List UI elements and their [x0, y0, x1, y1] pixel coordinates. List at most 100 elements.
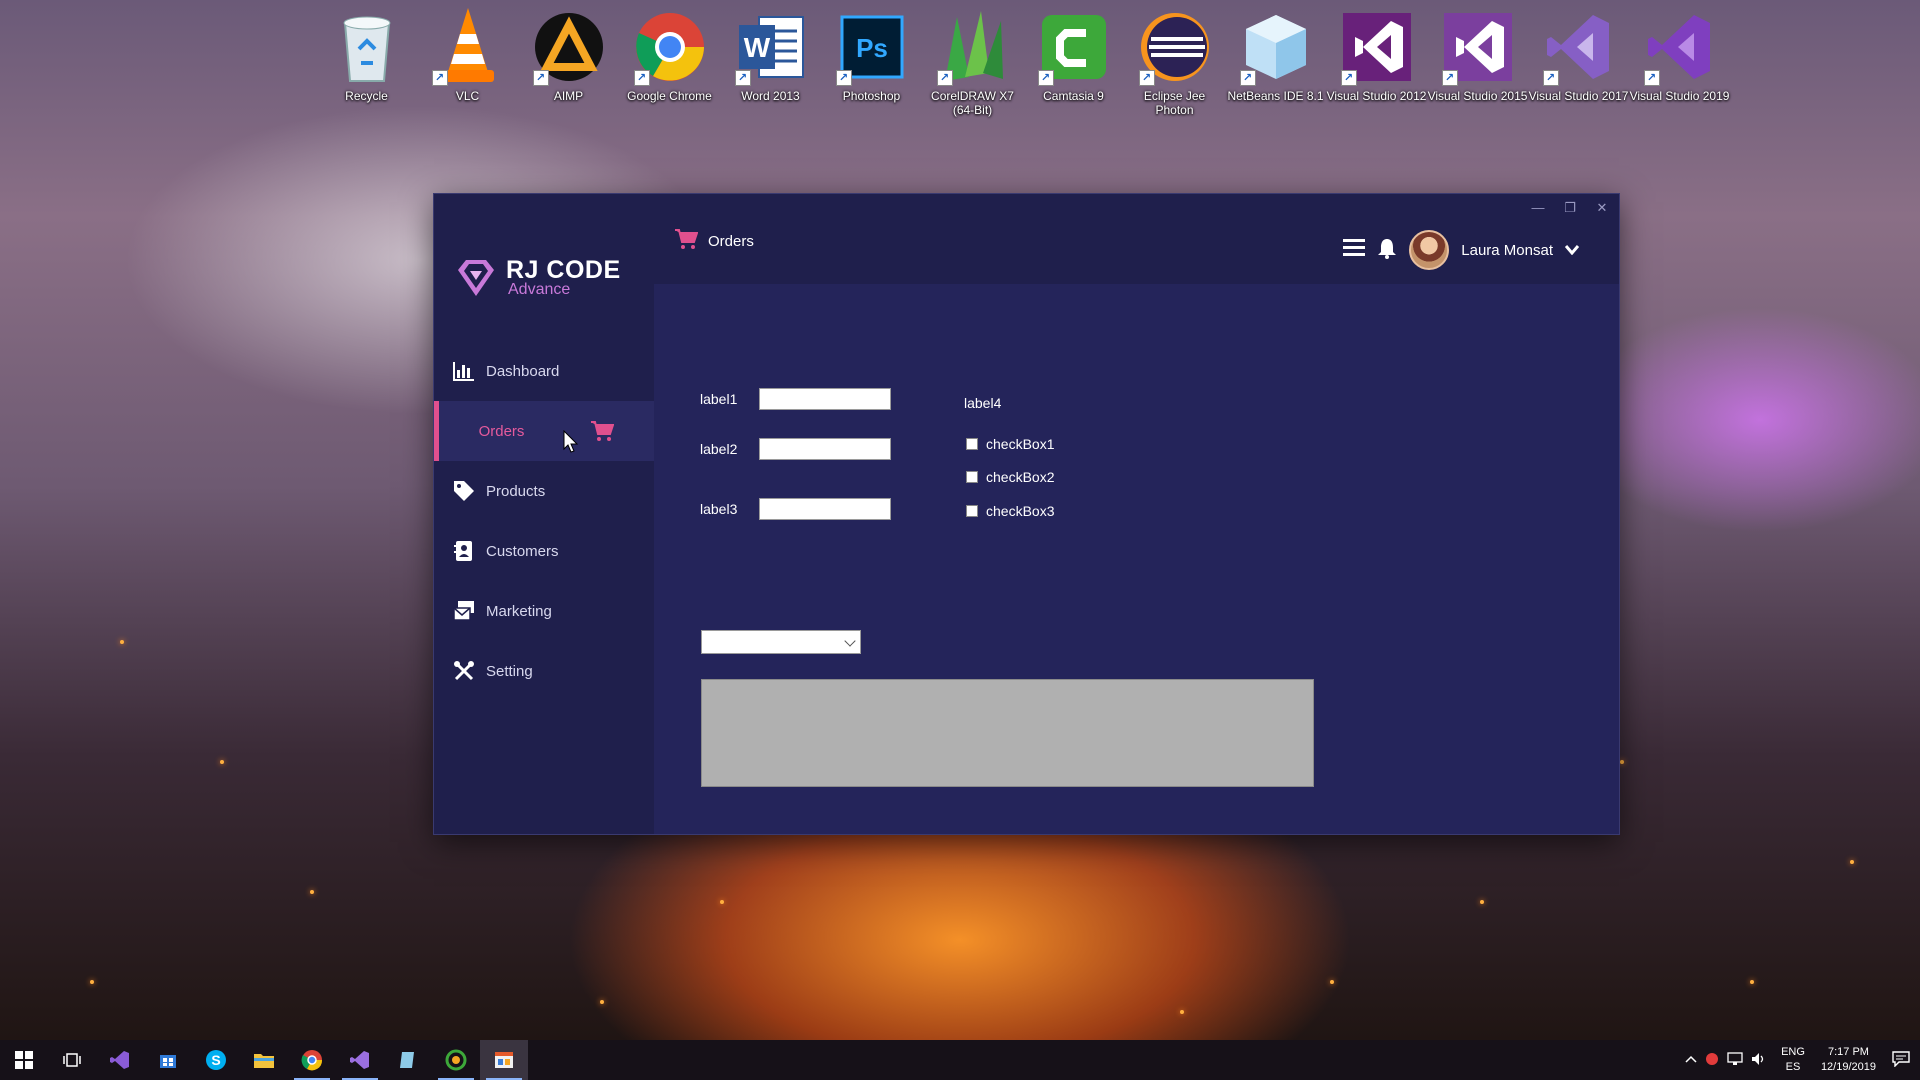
start-button[interactable]	[0, 1040, 48, 1080]
sidebar-item-label: Orders	[478, 422, 525, 440]
visual-studio-icon: ↗	[1339, 6, 1415, 88]
shortcut-arrow-icon: ↗	[734, 70, 751, 86]
sidebar-item-label: Products	[486, 482, 546, 500]
maximize-button[interactable]: ❐	[1563, 200, 1577, 216]
svg-text:S: S	[211, 1052, 220, 1068]
avatar[interactable]	[1409, 230, 1450, 270]
checkbox1-label: checkBox1	[986, 436, 1055, 452]
checkbox-box[interactable]	[966, 471, 978, 483]
eclipse-icon: ↗	[1137, 6, 1213, 88]
checkbox3[interactable]: checkBox3	[966, 503, 1054, 519]
close-button[interactable]: ✕	[1595, 200, 1609, 216]
sidebar-item-orders[interactable]: Orders	[434, 401, 654, 461]
shortcut-arrow-icon: ↗	[1340, 70, 1357, 86]
notification-icon[interactable]	[1892, 1050, 1910, 1070]
shortcut-arrow-icon: ↗	[936, 70, 953, 86]
taskbar-skype[interactable]: S	[192, 1040, 240, 1080]
orders-content: label1 label2 label3 label4 checkBox1 ch…	[654, 284, 1619, 834]
desktop-icon-vs2012[interactable]: ↗ Visual Studio 2012	[1326, 6, 1427, 117]
desktop-icon-chrome[interactable]: ↗ Google Chrome	[619, 6, 720, 117]
minimize-button[interactable]: —	[1531, 200, 1545, 216]
sidebar-item-label: Customers	[486, 542, 559, 560]
desktop-icon-camtasia[interactable]: ↗ Camtasia 9	[1023, 6, 1124, 117]
tray-app-icon[interactable]	[1705, 1052, 1719, 1069]
user-name[interactable]: Laura Monsat	[1461, 242, 1553, 259]
netbeans-icon: ↗	[1238, 6, 1314, 88]
network-icon[interactable]	[1727, 1051, 1743, 1069]
task-view-icon	[63, 1053, 81, 1067]
user-area: Laura Monsat	[1343, 230, 1580, 270]
clock-date: 12/19/2019	[1820, 1061, 1876, 1073]
taskbar-app[interactable]	[384, 1040, 432, 1080]
sidebar-item-label: Marketing	[486, 602, 552, 620]
chevron-down-icon[interactable]	[1564, 242, 1580, 259]
shortcut-arrow-icon: ↗	[431, 70, 448, 86]
diamond-logo-icon	[458, 260, 494, 296]
taskbar-visual-studio[interactable]	[336, 1040, 384, 1080]
chrome-icon: ↗	[632, 6, 708, 88]
desktop-icon-photoshop[interactable]: Ps ↗ Photoshop	[821, 6, 922, 117]
hamburger-menu-icon[interactable]	[1343, 239, 1366, 261]
shortcut-arrow-icon: ↗	[1037, 70, 1054, 86]
tag-icon	[452, 479, 476, 503]
taskbar-store[interactable]	[144, 1040, 192, 1080]
checkbox2[interactable]: checkBox2	[966, 469, 1054, 485]
visual-studio-icon: ↗	[1541, 6, 1617, 88]
system-tray: ENG ES 7:17 PM 12/19/2019	[1685, 1040, 1920, 1080]
skype-icon: S	[206, 1050, 226, 1070]
word-icon: W ↗	[733, 6, 809, 88]
visual-studio-icon	[110, 1051, 129, 1069]
sidebar-item-setting[interactable]: Setting	[434, 641, 654, 701]
desktop-icon-netbeans[interactable]: ↗ NetBeans IDE 8.1	[1225, 6, 1326, 117]
taskbar-winforms-app[interactable]	[480, 1040, 528, 1080]
bell-icon[interactable]	[1377, 237, 1397, 263]
textbox3[interactable]	[759, 498, 891, 520]
textbox2[interactable]	[759, 438, 891, 460]
checkbox3-label: checkBox3	[986, 503, 1055, 519]
desktop-icon-word[interactable]: W ↗ Word 2013	[720, 6, 821, 117]
desktop-icon-vs2015[interactable]: ↗ Visual Studio 2015	[1427, 6, 1528, 117]
shortcut-arrow-icon: ↗	[1138, 70, 1155, 86]
clock[interactable]: 7:17 PM 12/19/2019	[1821, 1045, 1876, 1075]
language-bottom: ES	[1785, 1061, 1801, 1073]
tools-icon	[452, 659, 476, 683]
photoshop-icon: Ps ↗	[834, 6, 910, 88]
taskbar-file-explorer[interactable]	[240, 1040, 288, 1080]
desktop-icon-eclipse[interactable]: ↗ Eclipse Jee Photon	[1124, 6, 1225, 117]
desktop-icon-vs2019[interactable]: ↗ Visual Studio 2019	[1629, 6, 1730, 117]
coreldraw-icon: ↗	[935, 6, 1011, 88]
desktop-icon-coreldraw[interactable]: ↗ CorelDRAW X7 (64-Bit)	[922, 6, 1023, 117]
sidebar-item-dashboard[interactable]: Dashboard	[434, 341, 654, 401]
sidebar-item-marketing[interactable]: Marketing	[434, 581, 654, 641]
desktop-icon-aimp[interactable]: ↗ AIMP	[518, 6, 619, 117]
notepad-icon	[400, 1052, 414, 1068]
desktop-icon-recycle[interactable]: Recycle	[316, 6, 417, 117]
checkbox1[interactable]: checkBox1	[966, 436, 1054, 452]
shortcut-arrow-icon: ↗	[1542, 70, 1559, 86]
combobox[interactable]	[701, 630, 861, 654]
taskbar-camtasia[interactable]	[432, 1040, 480, 1080]
taskbar-visual-studio-code[interactable]	[96, 1040, 144, 1080]
visual-studio-icon	[350, 1051, 369, 1069]
desktop-icon-vlc[interactable]: ↗ VLC	[417, 6, 518, 117]
chevron-down-icon[interactable]	[844, 635, 856, 647]
sidebar-item-products[interactable]: Products	[434, 461, 654, 521]
clock-time: 7:17 PM	[1827, 1046, 1869, 1058]
task-view-button[interactable]	[48, 1040, 96, 1080]
checkbox-box[interactable]	[966, 505, 978, 517]
chevron-up-icon[interactable]	[1685, 1054, 1697, 1066]
volume-icon[interactable]	[1751, 1052, 1767, 1069]
language-top: ENG	[1781, 1046, 1805, 1058]
cart-icon	[590, 419, 615, 443]
checkbox-box[interactable]	[966, 438, 978, 450]
sidebar-item-customers[interactable]: Customers	[434, 521, 654, 581]
desktop-icon-vs2017[interactable]: ↗ Visual Studio 2017	[1528, 6, 1629, 117]
windows-logo-icon	[15, 1051, 33, 1069]
shortcut-arrow-icon: ↗	[1239, 70, 1256, 86]
store-icon	[160, 1055, 176, 1068]
textbox1[interactable]	[759, 388, 891, 410]
taskbar-chrome[interactable]	[288, 1040, 336, 1080]
mouse-cursor-icon	[563, 430, 579, 453]
shortcut-arrow-icon: ↗	[1643, 70, 1660, 86]
language-indicator[interactable]: ENG ES	[1781, 1045, 1805, 1075]
